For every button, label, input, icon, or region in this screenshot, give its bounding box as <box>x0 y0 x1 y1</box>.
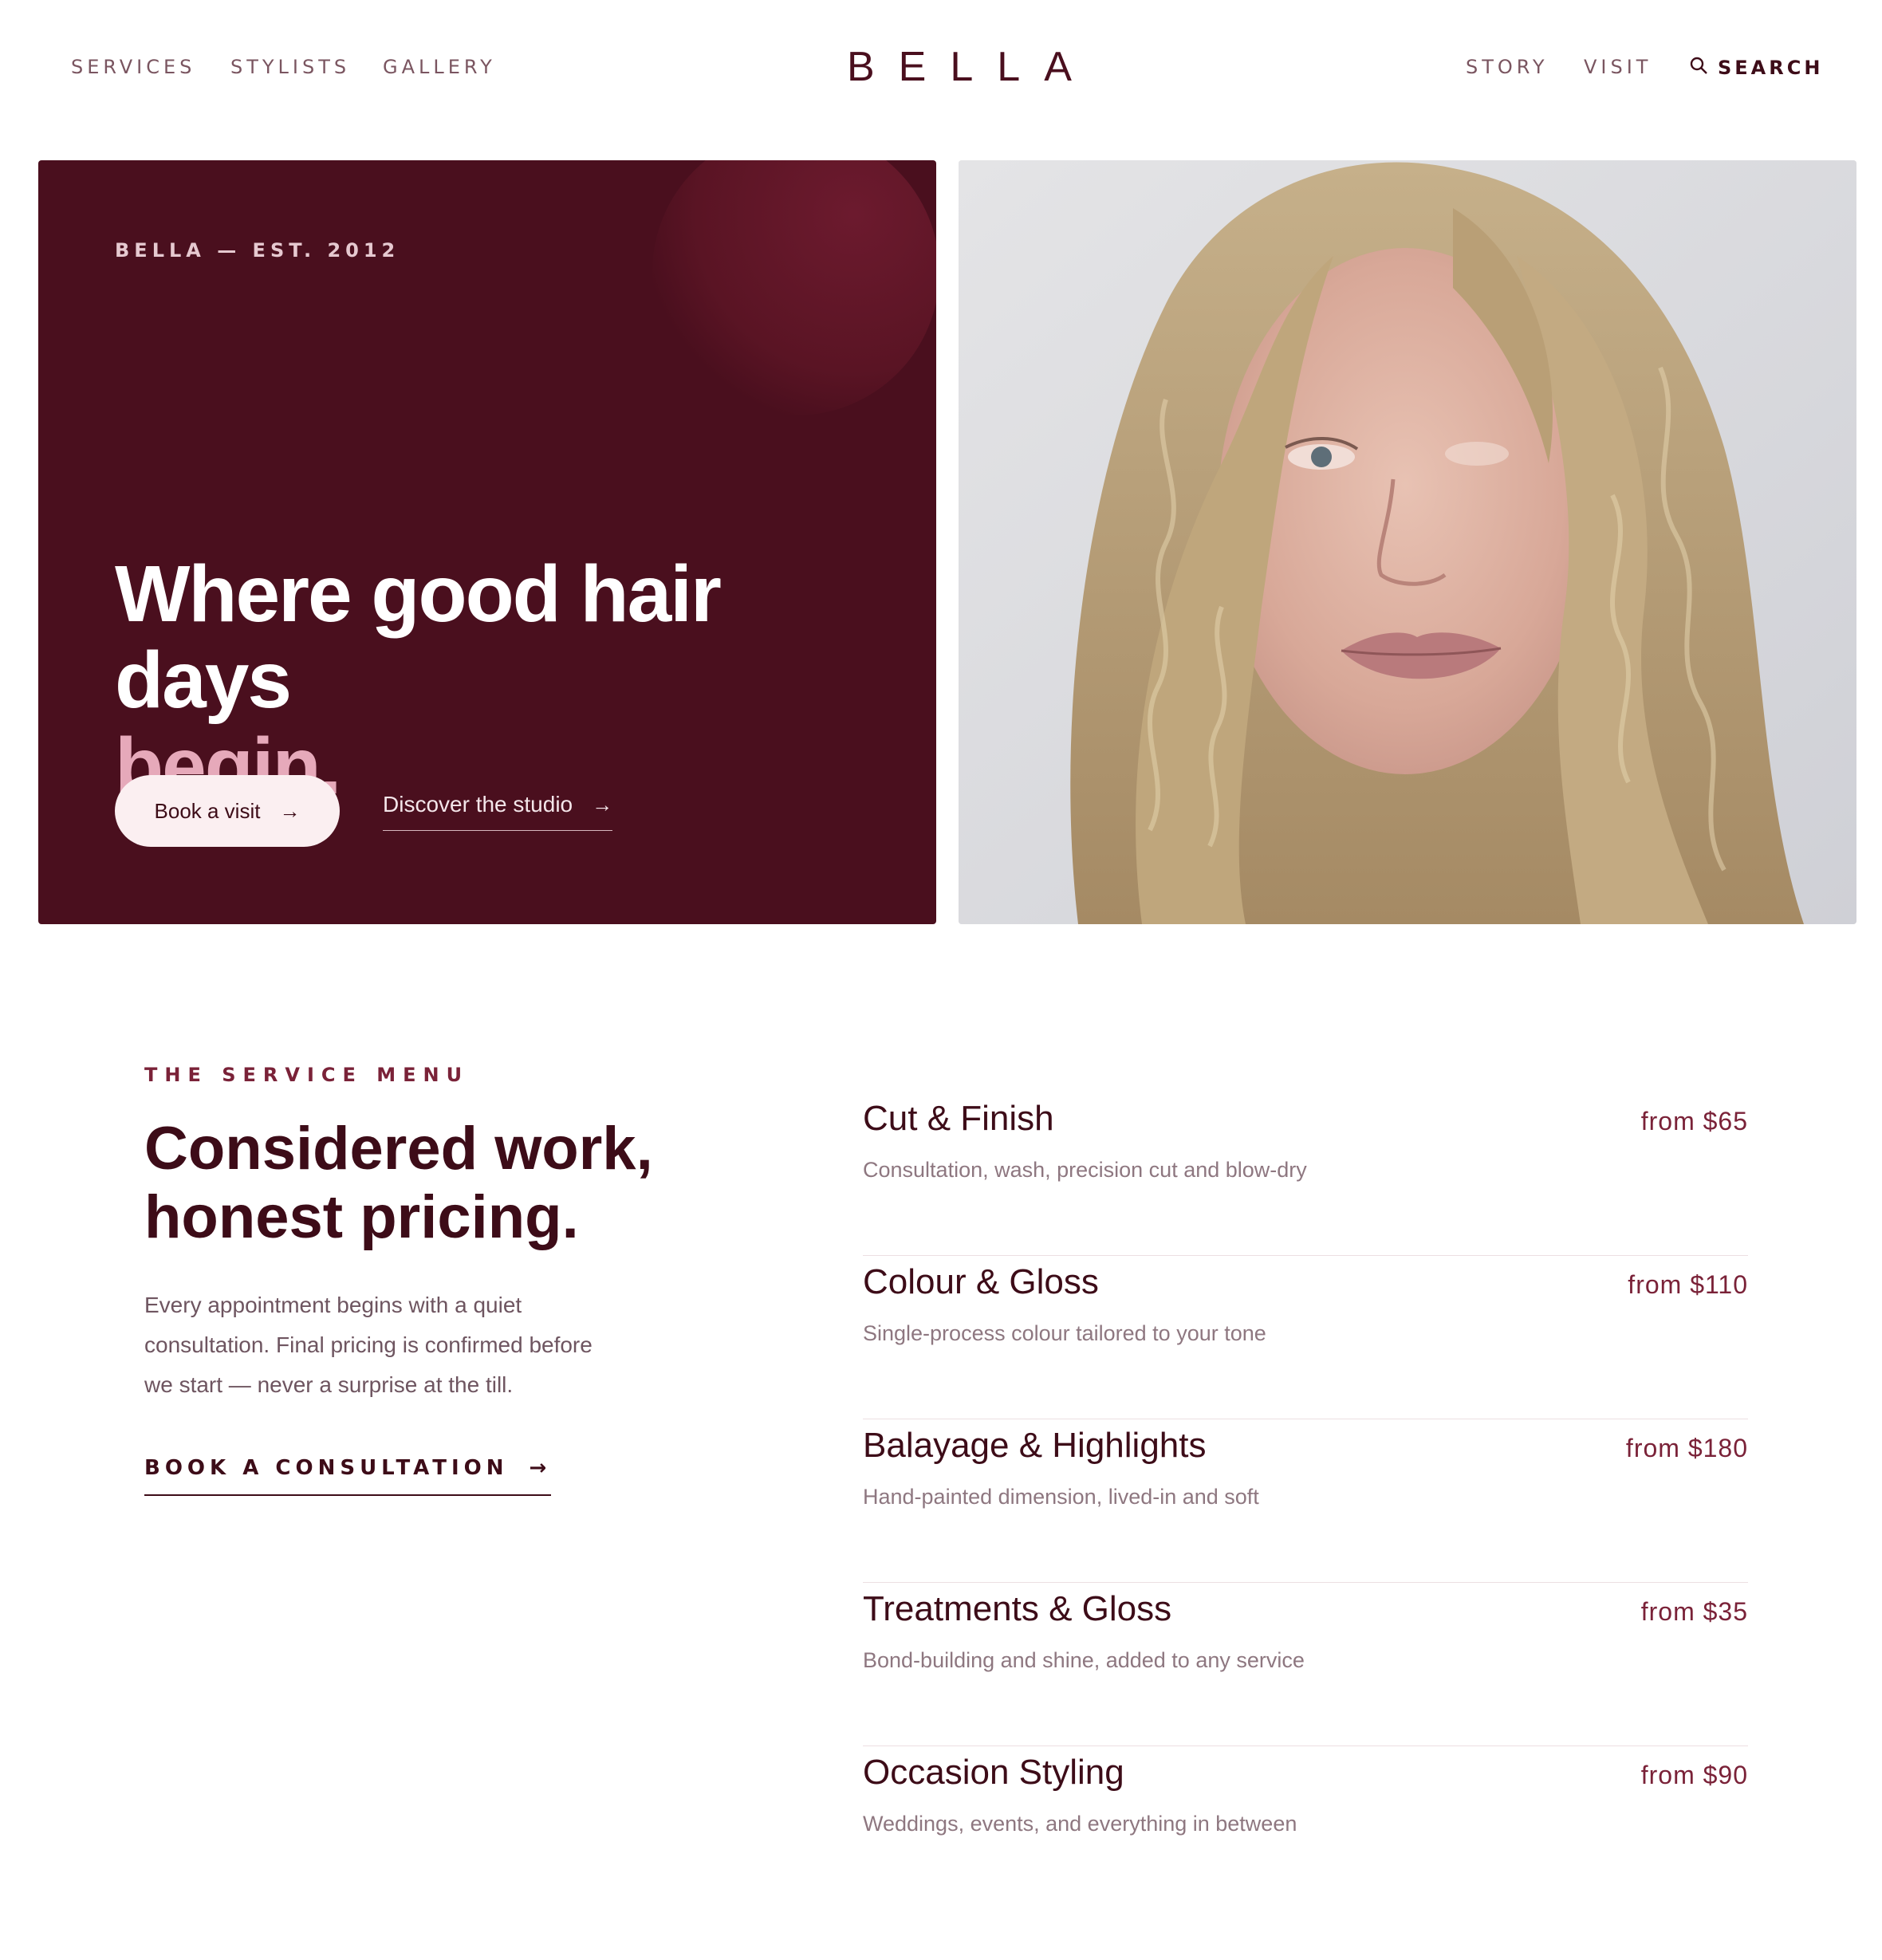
arrow-right-icon: → <box>529 1456 552 1480</box>
service-item[interactable]: Cut & Finish from $65 Consultation, wash… <box>863 1092 1748 1256</box>
service-description: Consultation, wash, precision cut and bl… <box>863 1158 1307 1182</box>
search-label: SEARCH <box>1718 57 1824 79</box>
service-item[interactable]: Balayage & Highlights from $180 Hand-pai… <box>863 1419 1748 1583</box>
book-visit-button[interactable]: Book a visit → <box>115 775 340 847</box>
hero-panel: BELLA — EST. 2012 Where good hair days b… <box>38 160 936 924</box>
service-description: Weddings, events, and everything in betw… <box>863 1812 1297 1836</box>
search-icon <box>1689 56 1708 80</box>
service-menu-heading-line2: honest pricing. <box>144 1183 579 1251</box>
nav-stylists[interactable]: STYLISTS <box>230 56 350 78</box>
brand-logo[interactable]: BELLA <box>847 43 1072 91</box>
service-name: Occasion Styling <box>863 1753 1124 1792</box>
book-consultation-link[interactable]: BOOK A CONSULTATION → <box>144 1456 552 1496</box>
nav-gallery[interactable]: GALLERY <box>383 56 496 78</box>
service-item[interactable]: Colour & Gloss from $110 Single-process … <box>863 1256 1748 1419</box>
decorative-glow <box>652 160 936 415</box>
service-name: Colour & Gloss <box>863 1262 1099 1301</box>
discover-studio-label: Discover the studio <box>383 792 573 817</box>
hero-title: Where good hair days begin. <box>115 551 912 809</box>
service-description: Hand-painted dimension, lived-in and sof… <box>863 1485 1259 1509</box>
service-menu-heading-line1: Considered work, <box>144 1115 653 1183</box>
service-item[interactable]: Treatments & Gloss from $35 Bond-buildin… <box>863 1583 1748 1746</box>
book-visit-label: Book a visit <box>154 798 261 823</box>
nav-visit[interactable]: VISIT <box>1584 56 1652 78</box>
service-price: from $65 <box>1640 1107 1748 1135</box>
service-description: Single-process colour tailored to your t… <box>863 1321 1266 1345</box>
arrow-right-icon: → <box>279 799 301 823</box>
hero-portrait-image <box>959 160 1856 924</box>
hero-eyebrow: BELLA — EST. 2012 <box>115 239 400 262</box>
service-description: Bond-building and shine, added to any se… <box>863 1648 1305 1672</box>
service-price: from $110 <box>1628 1270 1748 1299</box>
discover-studio-link[interactable]: Discover the studio → <box>383 792 613 831</box>
service-item[interactable]: Occasion Styling from $90 Weddings, even… <box>863 1746 1748 1910</box>
hero-title-line1: Where good hair days <box>115 549 722 725</box>
book-consultation-label: BOOK A CONSULTATION <box>144 1456 509 1480</box>
service-price: from $180 <box>1625 1434 1748 1462</box>
service-menu-eyebrow: THE SERVICE MENU <box>144 1064 470 1086</box>
service-name: Cut & Finish <box>863 1099 1054 1138</box>
service-menu-heading: Considered work, honest pricing. <box>144 1115 703 1252</box>
service-name: Treatments & Gloss <box>863 1589 1172 1628</box>
service-price: from $35 <box>1640 1597 1748 1626</box>
service-menu-description: Every appointment begins with a quiet co… <box>144 1293 593 1397</box>
nav-services[interactable]: SERVICES <box>71 56 195 78</box>
arrow-right-icon: → <box>592 793 613 817</box>
service-price: from $90 <box>1640 1761 1748 1789</box>
search-button[interactable]: SEARCH <box>1689 56 1823 80</box>
service-name: Balayage & Highlights <box>863 1426 1207 1465</box>
service-list: Cut & Finish from $65 Consultation, wash… <box>863 1092 1748 1910</box>
nav-story[interactable]: STORY <box>1466 56 1549 78</box>
